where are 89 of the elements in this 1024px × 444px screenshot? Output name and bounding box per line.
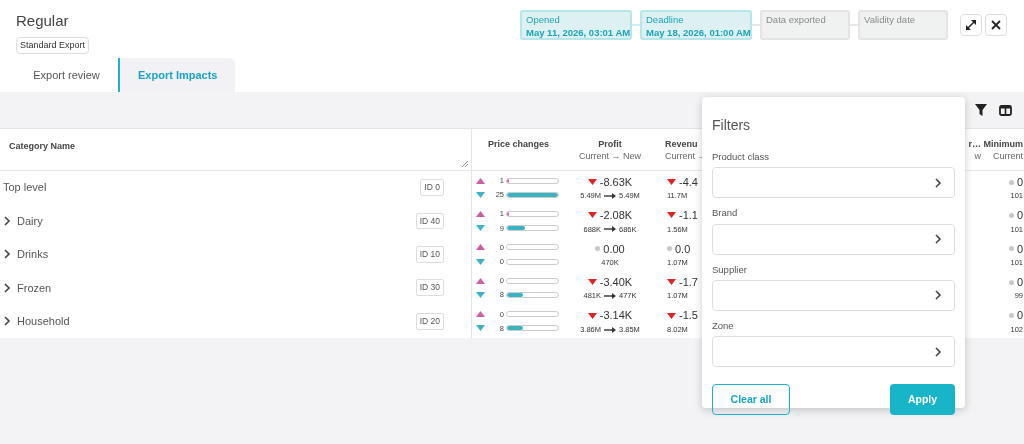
id-tag: ID 40 xyxy=(415,212,444,230)
chevron-icon xyxy=(934,290,942,301)
arrow-icon xyxy=(604,326,616,333)
column-subheader: Current xyxy=(993,150,1023,162)
profit-change: -8.63K xyxy=(599,174,633,190)
revenue-change: -1.5 xyxy=(679,308,698,324)
column-subheader: Current → xyxy=(665,150,707,162)
up-triangle-icon xyxy=(476,177,485,184)
tab[interactable]: Export Impacts xyxy=(118,58,236,92)
column-header: Revenu xyxy=(665,138,698,150)
arrow-icon xyxy=(604,192,616,199)
down-triangle-icon xyxy=(587,212,597,219)
milestone-date: May 18, 2026, 01:00 AM xyxy=(646,26,751,39)
popup-title: Filters xyxy=(712,116,752,135)
expand-icon xyxy=(965,19,977,31)
down-triangle-icon xyxy=(587,179,597,186)
up-triangle-icon xyxy=(476,311,485,318)
field-label: Supplier xyxy=(712,262,747,277)
field-label: Brand xyxy=(712,206,738,221)
page-title: Regular xyxy=(16,11,69,31)
up-triangle-icon xyxy=(476,244,485,251)
chevron-icon xyxy=(934,346,942,357)
milestone-label: Validity date xyxy=(864,13,916,26)
tab[interactable]: Export review xyxy=(15,58,118,92)
down-triangle-icon xyxy=(587,279,597,286)
profit-change: -3.14K xyxy=(599,308,633,324)
down-triangle-icon xyxy=(476,191,485,198)
revenue-change: -4.4 xyxy=(679,174,698,190)
chevron-icon xyxy=(934,234,942,244)
id-tag: ID 10 xyxy=(415,246,444,263)
resize-handle-icon[interactable] xyxy=(462,161,468,167)
category-name: Top level xyxy=(3,180,47,196)
column-header: Profit xyxy=(598,138,622,150)
revenue-change: 0.0 xyxy=(675,241,691,257)
close-icon xyxy=(991,20,1001,30)
close-button[interactable] xyxy=(985,14,1007,36)
select-field[interactable] xyxy=(712,167,955,199)
apply-button[interactable]: Apply xyxy=(890,384,955,415)
id-tag: ID 0 xyxy=(420,179,444,197)
expand-button[interactable] xyxy=(960,14,982,36)
select-field[interactable] xyxy=(712,223,955,255)
revenue-change: -1.1 xyxy=(679,208,698,224)
category-name: Drinks xyxy=(17,247,49,263)
columns-icon[interactable] xyxy=(999,104,1012,116)
select-field[interactable] xyxy=(712,279,955,311)
minimum-change: 0 xyxy=(1016,208,1023,224)
clear-all-button[interactable]: Clear all xyxy=(712,384,790,415)
column-header: Category Name xyxy=(9,141,76,151)
minimum-change: 0 xyxy=(1016,308,1023,324)
select-field[interactable] xyxy=(712,336,955,367)
category-name: Frozen xyxy=(17,280,52,296)
category-name: Household xyxy=(17,314,70,329)
column-header: Minimum xyxy=(983,138,1023,150)
field-label: Product class xyxy=(712,150,770,164)
column-subheader: Current → New xyxy=(579,150,641,162)
chevron-icon xyxy=(934,177,942,188)
arrow-icon xyxy=(604,293,616,300)
up-triangle-icon xyxy=(476,277,485,284)
column-header: Price changes xyxy=(488,138,549,151)
down-triangle-icon xyxy=(667,212,676,219)
column-header: r… xyxy=(968,138,981,150)
revenue-change: -1.7 xyxy=(679,275,698,290)
up-triangle-icon xyxy=(476,210,485,217)
minimum-change: 0 xyxy=(1016,174,1023,190)
id-tag: ID 30 xyxy=(415,279,444,297)
down-triangle-icon xyxy=(667,279,676,286)
down-triangle-icon xyxy=(476,292,485,298)
milestone-label: Opened xyxy=(526,13,560,26)
profit-change: -3.40K xyxy=(599,275,633,290)
down-triangle-icon xyxy=(476,225,485,232)
profit-change: -2.08K xyxy=(599,208,633,224)
id-tag: ID 20 xyxy=(415,312,444,330)
minimum-change: 0 xyxy=(1016,241,1023,257)
milestone-label: Deadline xyxy=(646,13,684,26)
category-name: Dairy xyxy=(17,213,43,229)
down-triangle-icon xyxy=(667,179,676,186)
milestone-date: May 11, 2026, 03:01 AM xyxy=(526,26,631,39)
down-triangle-icon xyxy=(667,312,676,319)
filter-icon[interactable] xyxy=(975,104,987,116)
export-type-tag: Standard Export xyxy=(16,36,90,54)
minimum-change: 0 xyxy=(1016,275,1023,290)
down-triangle-icon xyxy=(476,325,485,332)
profit-change: 0.00 xyxy=(603,241,625,257)
field-label: Zone xyxy=(712,318,734,333)
milestone-label: Data exported xyxy=(766,13,826,26)
arrow-icon xyxy=(604,226,616,233)
down-triangle-icon xyxy=(587,312,597,319)
column-subheader: w xyxy=(974,150,981,162)
down-triangle-icon xyxy=(476,258,485,265)
